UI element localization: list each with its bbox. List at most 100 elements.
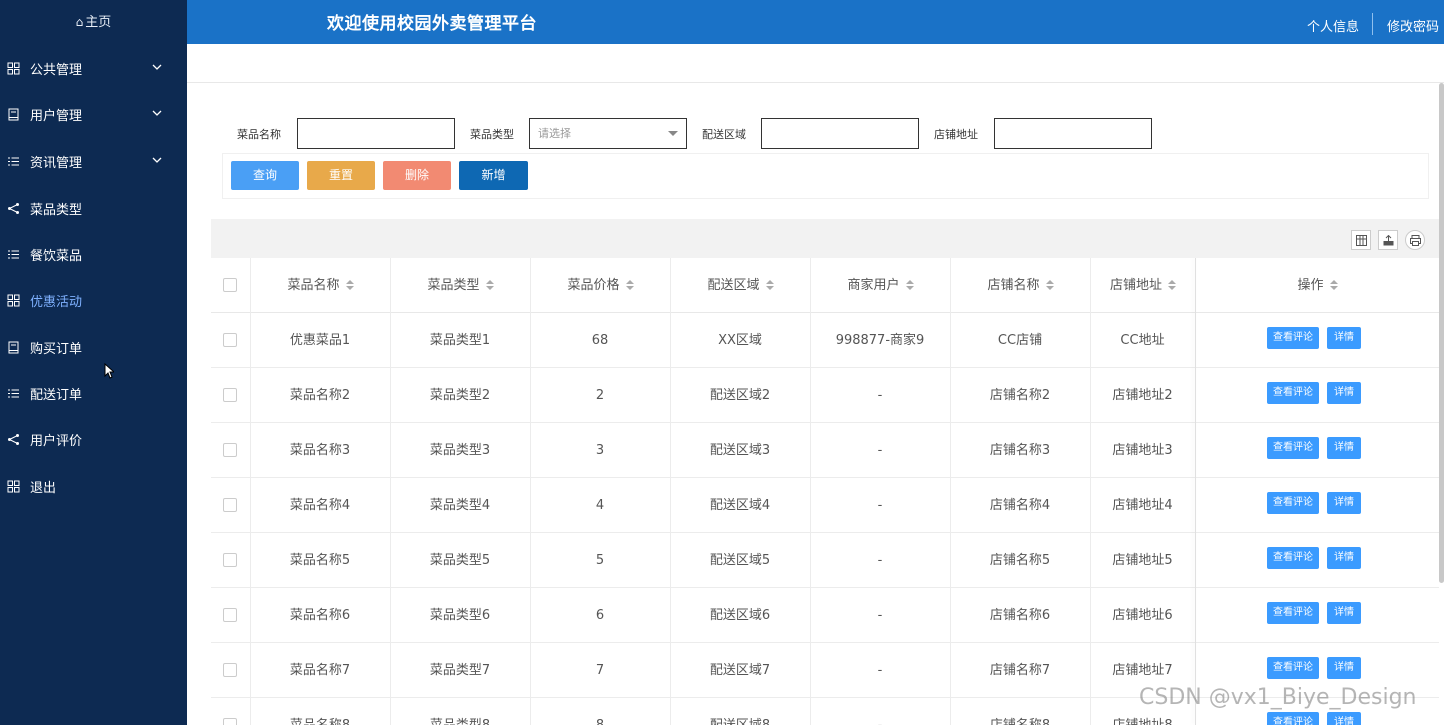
sidebar-item[interactable]: 配送订单	[0, 375, 187, 411]
data-table: 菜品名称 菜品类型 菜品价格 配送区域 商家用户 店铺名称 店铺地址 操作 优惠菜品1 菜品类型…	[211, 258, 1439, 725]
share-icon	[6, 432, 20, 446]
list-icon	[6, 247, 20, 261]
details-button[interactable]: 详情	[1327, 437, 1361, 459]
sort-icon[interactable]	[485, 280, 494, 291]
column-header-label: 商家用户	[847, 278, 900, 293]
column-header[interactable]: 菜品类型	[390, 258, 530, 313]
column-header[interactable]: 操作	[1195, 258, 1439, 313]
sidebar-item[interactable]: 用户管理	[0, 96, 187, 132]
sidebar-item[interactable]: 购买订单	[0, 329, 187, 365]
table-cell: 4	[595, 498, 605, 513]
row-checkbox[interactable]	[223, 608, 237, 622]
grid-icon	[6, 61, 20, 75]
profile-link[interactable]: 个人信息	[1307, 16, 1359, 35]
reset-button[interactable]: 重置	[307, 161, 375, 190]
mouse-cursor-icon	[104, 363, 114, 379]
page-scrollbar[interactable]	[1439, 83, 1444, 583]
view-comments-button[interactable]: 查看评论	[1267, 602, 1319, 624]
details-button[interactable]: 详情	[1327, 712, 1361, 725]
column-header[interactable]: 菜品名称	[250, 258, 390, 313]
row-checkbox[interactable]	[223, 443, 237, 457]
row-checkbox[interactable]	[223, 498, 237, 512]
sidebar-item[interactable]: 资讯管理	[0, 143, 187, 179]
table-cell: 菜品名称5	[289, 553, 351, 568]
query-button[interactable]: 查询	[231, 161, 299, 190]
print-button[interactable]	[1405, 230, 1425, 250]
sort-icon[interactable]	[1329, 280, 1338, 291]
details-button[interactable]: 详情	[1327, 547, 1361, 569]
table-cell: 店铺地址4	[1112, 498, 1173, 513]
sidebar-item[interactable]: 用户评价	[0, 421, 187, 457]
delete-button[interactable]: 删除	[383, 161, 451, 190]
dish-type-select[interactable]: 请选择	[529, 118, 687, 149]
details-button[interactable]: 详情	[1327, 492, 1361, 514]
view-comments-button[interactable]: 查看评论	[1267, 437, 1319, 459]
area-input[interactable]	[761, 118, 919, 149]
dish-name-input[interactable]	[297, 118, 455, 149]
row-checkbox[interactable]	[223, 553, 237, 567]
sidebar-item-label: 资讯管理	[30, 155, 83, 171]
page-title: 欢迎使用校园外卖管理平台	[327, 14, 537, 34]
column-header[interactable]: 商家用户	[810, 258, 950, 313]
table-cell: XX区域	[718, 333, 762, 348]
details-button[interactable]: 详情	[1327, 327, 1361, 349]
list-icon	[6, 386, 20, 400]
table-cell: 菜品类型3	[429, 443, 491, 458]
sort-icon[interactable]	[765, 280, 774, 291]
sort-icon[interactable]	[1045, 280, 1054, 291]
table-cell: 店铺地址2	[1112, 388, 1173, 403]
row-checkbox[interactable]	[223, 333, 237, 347]
area-label: 配送区域	[702, 128, 746, 141]
view-comments-button[interactable]: 查看评论	[1267, 712, 1319, 725]
address-input[interactable]	[994, 118, 1152, 149]
column-header[interactable]: 配送区域	[670, 258, 810, 313]
sidebar-item[interactable]: 退出	[0, 468, 187, 504]
sidebar-item-label: 菜品类型	[30, 202, 83, 218]
column-header-label: 店铺地址	[1109, 278, 1162, 293]
sort-icon[interactable]	[625, 280, 634, 291]
table-cell: 8	[530, 698, 670, 725]
view-comments-button[interactable]: 查看评论	[1267, 547, 1319, 569]
sidebar-item[interactable]: 菜品类型	[0, 190, 187, 226]
view-comments-button[interactable]: 查看评论	[1267, 492, 1319, 514]
sidebar-item-label: 优惠活动	[30, 294, 83, 310]
dish-type-label: 菜品类型	[470, 128, 514, 141]
details-button[interactable]: 详情	[1327, 602, 1361, 624]
sidebar-item[interactable]: 公共管理	[0, 50, 187, 86]
row-checkbox[interactable]	[223, 388, 237, 402]
table-row: 菜品名称2 菜品类型2 2 配送区域2 - 店铺名称2 店铺地址2 查看评论 详情	[211, 368, 1439, 423]
add-button[interactable]: 新增	[459, 161, 528, 190]
column-header-label: 店铺名称	[987, 278, 1040, 293]
export-button[interactable]	[1378, 230, 1398, 250]
table-cell: -	[877, 553, 883, 568]
column-header-label: 菜品类型	[427, 278, 480, 293]
table-row: 优惠菜品1 菜品类型1 68 XX区域 998877-商家9 CC店铺 CC地址 查看评论 详情	[211, 313, 1439, 368]
select-all-checkbox[interactable]	[223, 278, 237, 292]
change-password-link[interactable]: 修改密码	[1387, 16, 1439, 35]
columns-toggle-button[interactable]	[1351, 230, 1371, 250]
sidebar-item[interactable]: 餐饮菜品	[0, 236, 187, 272]
column-header[interactable]: 店铺地址	[1090, 258, 1195, 313]
table-cell: 配送区域2	[709, 388, 771, 403]
details-button[interactable]: 详情	[1327, 657, 1361, 679]
print-icon	[1409, 234, 1421, 246]
view-comments-button[interactable]: 查看评论	[1267, 382, 1319, 404]
sort-icon[interactable]	[1168, 280, 1176, 291]
details-button[interactable]: 详情	[1327, 382, 1361, 404]
view-comments-button[interactable]: 查看评论	[1267, 657, 1319, 679]
chevron-down-icon	[668, 131, 678, 136]
table-cell: 优惠菜品1	[289, 333, 351, 348]
row-checkbox[interactable]	[223, 663, 237, 677]
sort-icon[interactable]	[905, 280, 914, 291]
column-header-label: 配送区域	[707, 278, 760, 293]
sort-icon[interactable]	[345, 280, 354, 291]
column-header[interactable]: 菜品价格	[530, 258, 670, 313]
row-checkbox[interactable]	[223, 718, 237, 725]
column-header[interactable]: 店铺名称	[950, 258, 1090, 313]
sidebar-item[interactable]: 优惠活动	[0, 282, 187, 318]
view-comments-button[interactable]: 查看评论	[1267, 327, 1319, 349]
table-header: 菜品名称 菜品类型 菜品价格 配送区域 商家用户 店铺名称 店铺地址 操作	[211, 258, 1439, 313]
home-link[interactable]: ⌂ 主页	[0, 0, 187, 44]
table-cell: 菜品类型8	[390, 698, 530, 725]
book-icon	[6, 107, 20, 121]
